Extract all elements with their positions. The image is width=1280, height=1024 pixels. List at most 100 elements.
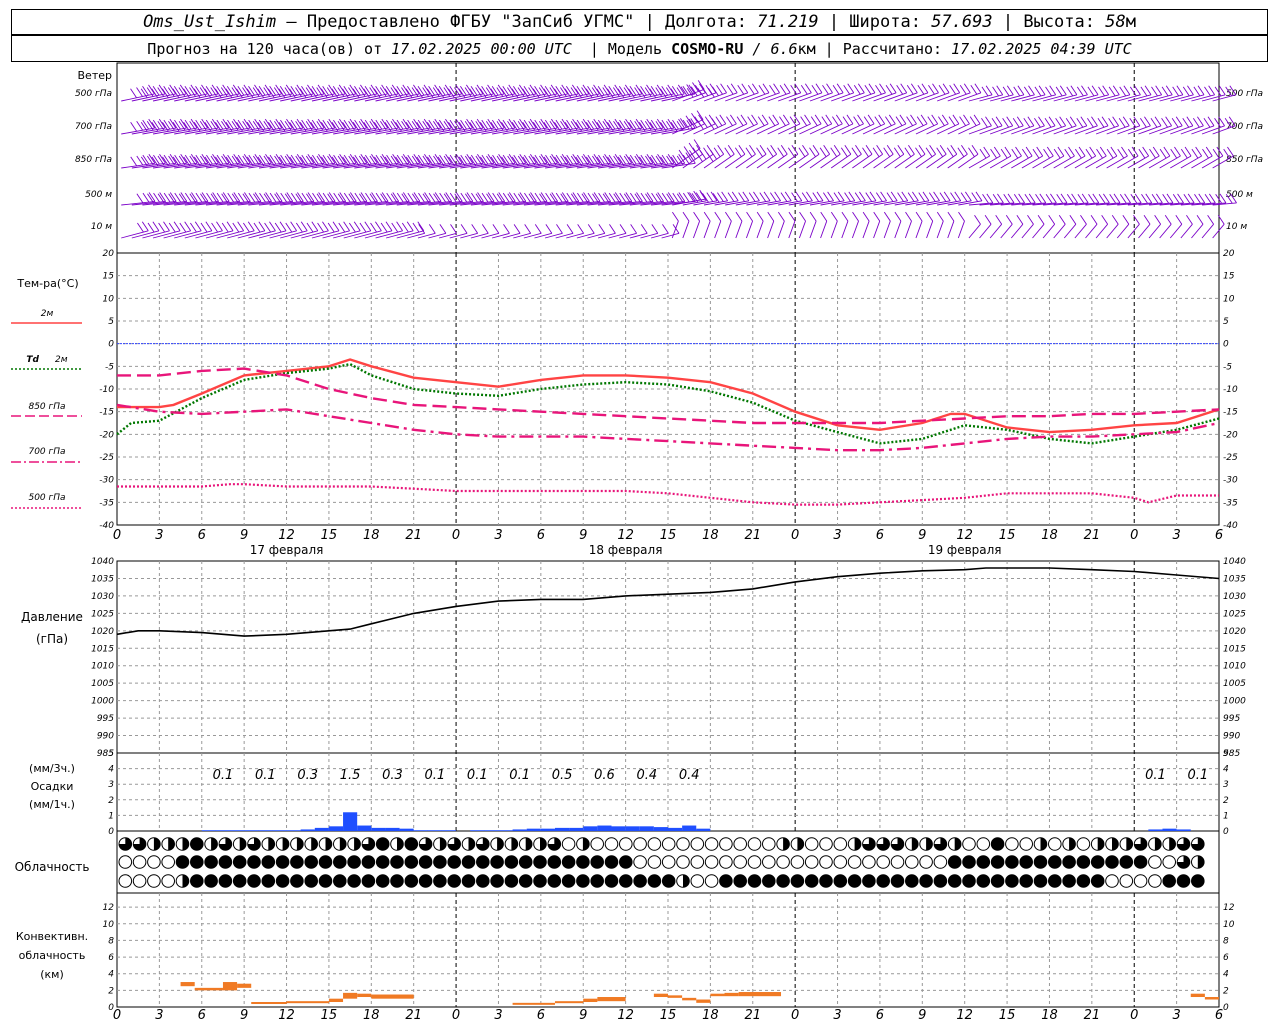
- cloud-symbol: [1005, 874, 1019, 888]
- wind-barb-feather: [1182, 86, 1190, 97]
- wind-barb-shaft: [799, 123, 822, 135]
- precip-3h-sum: 0.3: [382, 768, 403, 783]
- cloud-symbol: [390, 855, 404, 869]
- cloud-symbol: [561, 837, 576, 851]
- wind-barb-shaft: [1201, 125, 1225, 135]
- cloud-symbol: [1005, 855, 1019, 869]
- wind-barb-feather: [401, 222, 409, 233]
- wind-barb-feather: [835, 114, 843, 125]
- wind-barb: [852, 144, 873, 169]
- wind-barb-feather: [1043, 148, 1050, 159]
- wind-barb-feather: [693, 211, 700, 222]
- cloud-symbol: [347, 874, 361, 888]
- legend-500-label: 500 гПа: [28, 493, 65, 503]
- wind-barb-feather: [1195, 146, 1203, 157]
- cloud-symbol-half: [468, 837, 475, 851]
- precip-axis-tick-left: 4: [108, 765, 114, 775]
- wind-barb-shaft: [756, 153, 777, 169]
- wind-barb-shaft: [926, 220, 934, 239]
- wind-barb-shaft: [831, 92, 854, 102]
- wind-barb-feather: [1053, 148, 1061, 159]
- cloud-symbol: [676, 837, 690, 851]
- wind-barb-feather: [439, 224, 447, 234]
- cloud-symbol: [1090, 855, 1105, 869]
- wind-barb-feather: [950, 144, 958, 155]
- hour-tick-label-bottom: 3: [494, 1008, 502, 1023]
- wind-barb: [936, 144, 958, 169]
- cloud-symbol: [1033, 855, 1048, 869]
- cloud-symbol: [776, 874, 790, 888]
- wind-barb-shaft: [1000, 94, 1025, 102]
- wind-barb-feather: [846, 114, 854, 125]
- wind-barb-feather: [865, 144, 873, 155]
- cloud-symbol: [619, 874, 633, 888]
- precip-3h-sum: 0.1: [213, 768, 234, 783]
- wind-barb-feather: [761, 114, 769, 125]
- cloud-symbol: [1176, 874, 1191, 888]
- wind-barb-feather: [823, 144, 831, 155]
- wind-barb-feather: [1204, 86, 1211, 97]
- cloud-symbol-half: [182, 837, 189, 851]
- wind-barb-feather: [364, 221, 372, 232]
- wind-barb-feather: [895, 116, 903, 126]
- wind-barb-feather: [929, 144, 936, 155]
- hour-tick-label-bottom: 12: [617, 1008, 634, 1023]
- wind-barb-shaft: [862, 123, 885, 135]
- wind-barb: [1170, 146, 1192, 169]
- cloud-symbol: [604, 837, 619, 851]
- wind-barb-feather: [587, 224, 595, 234]
- wind-barb-feather: [910, 114, 917, 125]
- wind-barb-feather: [1081, 85, 1088, 96]
- wind-barb-feather: [545, 224, 553, 234]
- conv-cloud-bar: [554, 1001, 584, 1004]
- wind-barb-feather: [943, 191, 951, 202]
- cloud-symbol: [290, 874, 304, 888]
- wind-barb-shaft: [788, 92, 812, 102]
- wind-barb-feather: [883, 147, 891, 157]
- wind-barb-feather: [1218, 85, 1226, 96]
- wind-barb-feather: [888, 114, 896, 125]
- wind-barb-feather: [1032, 148, 1040, 159]
- cloud-symbol: [404, 837, 419, 851]
- cloud-symbol: [533, 874, 547, 888]
- cloud-symbol: [933, 874, 948, 888]
- wind-barb-feather: [915, 147, 922, 157]
- precip-bar: [244, 830, 259, 831]
- precip-3h-sum: 0.3: [297, 768, 318, 783]
- cloud-symbol: [290, 855, 304, 869]
- wind-barb-feather: [1187, 85, 1194, 96]
- wind-barb-shaft: [1106, 94, 1130, 102]
- wind-barb-feather: [1139, 118, 1147, 128]
- wind-barb-shaft: [798, 220, 806, 239]
- wind-barb-feather: [751, 114, 758, 125]
- cloud-symbol-half: [1169, 837, 1176, 851]
- wind-barb-feather: [1015, 146, 1022, 157]
- pressure-axis-tick-right: 1020: [1223, 627, 1246, 637]
- cloud-symbol: [304, 855, 319, 869]
- precip-bar: [1148, 829, 1163, 831]
- hour-tick-label-bottom: 0: [1130, 1008, 1138, 1023]
- conv-cloud-bar: [237, 983, 252, 988]
- wind-barb-shaft: [862, 92, 886, 102]
- temp-axis-tick-left: 10: [103, 294, 115, 304]
- cloud-symbol: [1191, 874, 1205, 888]
- conv-cloud-bar: [653, 993, 668, 998]
- wind-barb-feather: [922, 191, 930, 202]
- hour-tick-label-bottom: 15: [660, 1008, 677, 1023]
- conv-axis-tick-left: 12: [103, 903, 115, 913]
- pressure-axis-tick-right: 1030: [1223, 592, 1246, 602]
- conv-cloud-bar: [180, 982, 195, 987]
- wind-barb-feather: [724, 147, 732, 157]
- wind-barb: [862, 211, 870, 239]
- cloud-symbol: [518, 874, 533, 888]
- wind-barb-feather: [809, 211, 817, 222]
- wind-barb-feather: [253, 222, 261, 233]
- wind-barb: [1138, 214, 1151, 239]
- cloud-symbol: [604, 874, 619, 888]
- cloud-symbol: [261, 855, 276, 869]
- wind-barb: [280, 221, 308, 239]
- wind-barb-feather: [993, 146, 1001, 157]
- wind-barb-feather: [843, 85, 851, 95]
- cloud-symbol-half: [540, 837, 547, 851]
- wind-barb-shaft: [809, 220, 817, 239]
